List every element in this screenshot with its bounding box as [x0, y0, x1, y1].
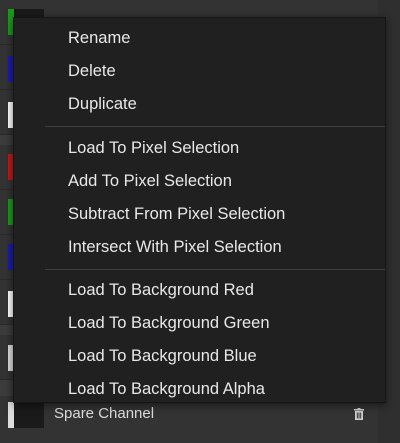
menu-item-intersect-with-pixel-selection[interactable]: Intersect With Pixel Selection — [14, 231, 385, 264]
menu-item-load-to-background-red[interactable]: Load To Background Red — [14, 274, 385, 307]
menu-separator — [45, 269, 385, 270]
menu-item-delete[interactable]: Delete — [14, 55, 385, 88]
menu-item-duplicate[interactable]: Duplicate — [14, 88, 385, 121]
channels-panel-stage: Spare Channel Rename Delete Duplicate Lo… — [0, 0, 400, 443]
channel-context-menu: Rename Delete Duplicate Load To Pixel Se… — [13, 17, 386, 403]
menu-separator — [45, 126, 385, 127]
menu-item-rename[interactable]: Rename — [14, 22, 385, 55]
menu-item-load-to-background-blue[interactable]: Load To Background Blue — [14, 340, 385, 373]
menu-item-load-to-background-green[interactable]: Load To Background Green — [14, 307, 385, 340]
menu-item-load-to-background-alpha[interactable]: Load To Background Alpha — [14, 373, 385, 406]
trash-icon[interactable] — [354, 408, 364, 420]
menu-item-add-to-pixel-selection[interactable]: Add To Pixel Selection — [14, 165, 385, 198]
menu-item-subtract-from-pixel-selection[interactable]: Subtract From Pixel Selection — [14, 198, 385, 231]
menu-item-load-to-pixel-selection[interactable]: Load To Pixel Selection — [14, 132, 385, 165]
spare-channel-label: Spare Channel — [54, 405, 155, 422]
